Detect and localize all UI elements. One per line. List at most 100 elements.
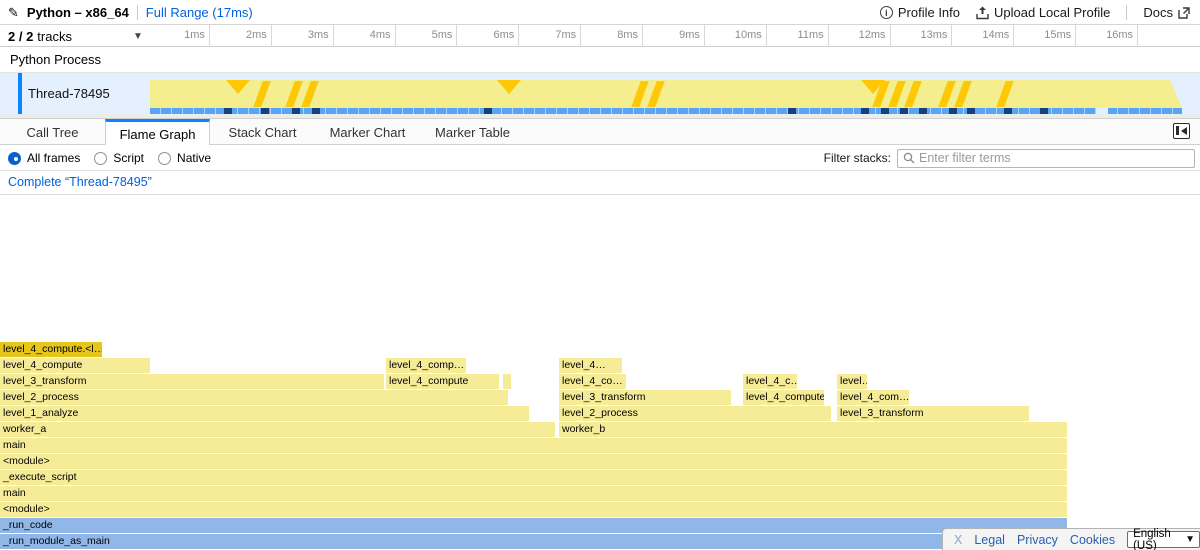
ruler-tick: 15ms bbox=[1014, 25, 1076, 47]
flame-graph[interactable]: level_4_compute.<l…level_4_computelevel_… bbox=[0, 195, 1200, 550]
breadcrumb[interactable]: Complete “Thread-78495” bbox=[8, 175, 152, 189]
profile-info-button[interactable]: i Profile Info bbox=[880, 5, 960, 20]
ruler-tick: 3ms bbox=[272, 25, 334, 47]
full-range-button[interactable]: Full Range (17ms) bbox=[146, 5, 253, 20]
flame-frame[interactable]: level_4_compute bbox=[743, 390, 825, 405]
breadcrumb-row: Complete “Thread-78495” bbox=[0, 171, 1200, 195]
ruler-tick: 14ms bbox=[952, 25, 1014, 47]
search-icon bbox=[903, 152, 915, 164]
ruler-tick: 8ms bbox=[581, 25, 643, 47]
ruler-tick: 11ms bbox=[767, 25, 829, 47]
flame-frame[interactable]: _run_module_as_main bbox=[0, 534, 1068, 549]
flame-frame[interactable]: level_4_comp… bbox=[386, 358, 467, 373]
external-link-icon bbox=[1178, 7, 1190, 19]
ruler-tick: 13ms bbox=[891, 25, 953, 47]
sidebar-icon bbox=[1176, 126, 1179, 135]
flame-frame[interactable]: level_4_compute bbox=[0, 358, 151, 373]
radio-icon bbox=[94, 152, 107, 165]
flame-frame[interactable]: level_1_analyze bbox=[0, 406, 530, 421]
slash-marker[interactable] bbox=[285, 81, 302, 107]
slash-marker[interactable] bbox=[904, 81, 921, 107]
frame-filter-row: All frames Script Native Filter stacks: bbox=[0, 145, 1200, 171]
filter-search-input[interactable] bbox=[919, 151, 1189, 165]
ruler-tick: 12ms bbox=[829, 25, 891, 47]
ruler-tick: 9ms bbox=[643, 25, 705, 47]
flame-frame[interactable]: _run_code bbox=[0, 518, 1068, 533]
sidebar-arrow-icon bbox=[1181, 127, 1187, 135]
tab-call-tree[interactable]: Call Tree bbox=[0, 119, 105, 145]
ruler-tick: 16ms bbox=[1076, 25, 1138, 47]
slash-marker[interactable] bbox=[253, 81, 270, 107]
ruler-tick: 6ms bbox=[457, 25, 519, 47]
footer-privacy-link[interactable]: Privacy bbox=[1017, 533, 1058, 547]
flame-frame[interactable]: level_4… bbox=[559, 358, 623, 373]
slash-marker[interactable] bbox=[631, 81, 648, 107]
profile-title: Python – x86_64 bbox=[27, 5, 129, 20]
flame-frame[interactable]: level_3_transform bbox=[837, 406, 1030, 421]
flame-frame[interactable]: level_4_com… bbox=[837, 390, 910, 405]
radio-icon bbox=[8, 152, 21, 165]
ruler-tick: 7ms bbox=[519, 25, 581, 47]
slash-marker[interactable] bbox=[888, 81, 905, 107]
radio-icon bbox=[158, 152, 171, 165]
ruler-tick: 1ms bbox=[148, 25, 210, 47]
flame-frame[interactable]: main bbox=[0, 486, 1068, 501]
flame-frame[interactable]: level_2_process bbox=[559, 406, 832, 421]
slash-marker[interactable] bbox=[647, 81, 664, 107]
radio-all-frames[interactable]: All frames bbox=[8, 151, 80, 165]
flame-frame[interactable]: worker_a bbox=[0, 422, 556, 437]
divider bbox=[1126, 5, 1127, 20]
triangle-marker[interactable] bbox=[226, 80, 250, 94]
time-ruler: 1ms2ms3ms4ms5ms6ms7ms8ms9ms10ms11ms12ms1… bbox=[148, 25, 1138, 47]
flame-frame[interactable]: level_4_co… bbox=[559, 374, 627, 389]
thread-track-row[interactable]: Thread-78495 bbox=[0, 73, 1200, 114]
slash-marker[interactable] bbox=[301, 81, 318, 107]
ruler-tick: 5ms bbox=[396, 25, 458, 47]
footer-bar: X Legal Privacy Cookies English (US) ▼ bbox=[942, 528, 1200, 550]
thread-track-label: Thread-78495 bbox=[28, 86, 110, 101]
process-track-label: Python Process bbox=[10, 52, 101, 67]
docs-button[interactable]: Docs bbox=[1143, 5, 1190, 20]
flame-frame[interactable]: level… bbox=[837, 374, 868, 389]
triangle-marker[interactable] bbox=[497, 80, 521, 94]
flame-frame[interactable]: <module> bbox=[0, 502, 1068, 517]
ruler-tick: 10ms bbox=[705, 25, 767, 47]
footer-legal-link[interactable]: Legal bbox=[974, 533, 1005, 547]
process-track-row[interactable]: Python Process bbox=[0, 47, 1200, 73]
tab-marker-chart[interactable]: Marker Chart bbox=[315, 119, 420, 145]
flame-frame[interactable]: level_2_process bbox=[0, 390, 509, 405]
flame-frame[interactable]: main bbox=[0, 438, 1068, 453]
tab-flame-graph[interactable]: Flame Graph bbox=[105, 119, 210, 146]
flame-frame[interactable]: worker_b bbox=[559, 422, 1068, 437]
open-sidebar-button[interactable] bbox=[1173, 123, 1190, 139]
ruler-tick: 4ms bbox=[334, 25, 396, 47]
radio-script[interactable]: Script bbox=[94, 151, 144, 165]
flame-frame[interactable]: level_4_c… bbox=[743, 374, 798, 389]
upload-icon bbox=[976, 6, 989, 20]
panel-tabbar: Call TreeFlame GraphStack ChartMarker Ch… bbox=[0, 119, 1200, 145]
thread-activity-graph[interactable] bbox=[150, 80, 1182, 108]
slash-marker[interactable] bbox=[938, 81, 955, 107]
language-select[interactable]: English (US) ▼ bbox=[1127, 531, 1200, 548]
flame-frame[interactable]: level_3_transform bbox=[559, 390, 732, 405]
flame-frame[interactable] bbox=[503, 374, 512, 389]
tracks-dropdown-button[interactable]: ▼ bbox=[133, 25, 143, 47]
flame-frame[interactable]: _execute_script bbox=[0, 470, 1068, 485]
flame-frame[interactable]: level_3_transform bbox=[0, 374, 385, 389]
divider bbox=[137, 5, 138, 20]
flame-frame[interactable]: level_4_compute bbox=[386, 374, 500, 389]
filter-stacks-label: Filter stacks: bbox=[824, 151, 891, 165]
slash-marker[interactable] bbox=[996, 81, 1013, 107]
slash-marker[interactable] bbox=[954, 81, 971, 107]
app-header: ✎ Python – x86_64 Full Range (17ms) i Pr… bbox=[0, 0, 1200, 25]
footer-cookies-link[interactable]: Cookies bbox=[1070, 533, 1115, 547]
flame-frame[interactable]: <module> bbox=[0, 454, 1068, 469]
tab-stack-chart[interactable]: Stack Chart bbox=[210, 119, 315, 145]
flame-frame[interactable]: level_4_compute.<l… bbox=[0, 342, 103, 357]
tab-marker-table[interactable]: Marker Table bbox=[420, 119, 525, 145]
upload-profile-button[interactable]: Upload Local Profile bbox=[976, 5, 1110, 20]
radio-native[interactable]: Native bbox=[158, 151, 211, 165]
footer-close-link[interactable]: X bbox=[954, 533, 962, 547]
filter-search-box bbox=[897, 149, 1195, 168]
edit-profile-name-icon[interactable]: ✎ bbox=[8, 5, 19, 21]
